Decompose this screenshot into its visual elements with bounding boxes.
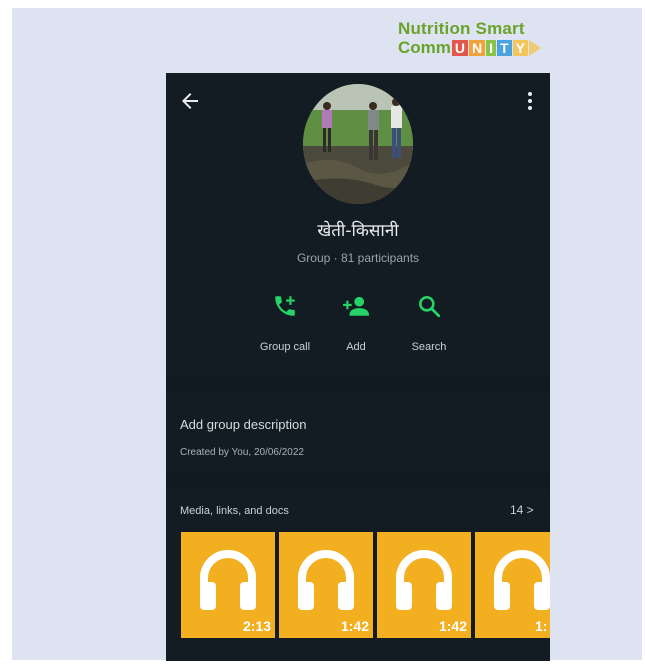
group-call-label: Group call	[259, 341, 311, 353]
logo-letter-n: N	[469, 39, 486, 56]
back-button[interactable]	[178, 89, 202, 113]
media-links-docs-header: Media, links, and docs	[180, 505, 289, 517]
add-participant-button[interactable]: Add	[321, 293, 391, 353]
nutrition-smart-community-logo: Nutrition Smart Comm U N I T Y	[398, 20, 541, 56]
media-duration: 1:42	[340, 618, 369, 634]
headphones-icon	[396, 550, 452, 610]
add-label: Add	[346, 341, 366, 353]
group-avatar[interactable]	[303, 84, 413, 204]
media-tile[interactable]: 2:13	[181, 532, 275, 638]
search-label: Search	[411, 341, 447, 353]
group-photo-farmers	[303, 84, 413, 204]
logo-letter-y: Y	[512, 39, 528, 56]
more-vertical-icon	[528, 92, 532, 110]
more-options-button[interactable]	[518, 89, 542, 113]
group-participants: Group · 81 participants	[296, 251, 420, 265]
phone-add-icon	[275, 296, 295, 316]
logo-comm: Comm	[398, 38, 451, 57]
headphones-icon	[494, 550, 550, 610]
media-duration: 1:42	[438, 618, 467, 634]
created-by-text: Created by You, 20/06/2022	[180, 447, 304, 458]
media-section: Media, links, and docs 14 > 2:13 1:42 1:…	[166, 489, 550, 661]
search-button[interactable]: Search	[394, 293, 464, 353]
logo-arrow-icon	[528, 39, 541, 56]
logo-letter-i: I	[486, 39, 497, 56]
media-duration: 2:13	[242, 618, 271, 634]
logo-letter-t: T	[497, 39, 512, 56]
logo-letter-u: U	[451, 39, 469, 56]
media-tile[interactable]: 1:42	[279, 532, 373, 638]
arrow-left-icon	[182, 93, 198, 109]
logo-line-1: Nutrition Smart	[398, 19, 525, 38]
group-name: खेती-किसानी	[317, 221, 399, 241]
person-add-icon	[343, 296, 369, 316]
search-icon	[419, 296, 441, 318]
phone-screen: खेती-किसानी Group · 81 participants Grou…	[166, 73, 550, 661]
logo-line-2: Comm U N I T Y	[398, 39, 541, 56]
media-tile[interactable]: 1:	[475, 532, 550, 638]
group-info-header: खेती-किसानी Group · 81 participants Grou…	[166, 73, 550, 377]
group-description-section: Add group description Created by You, 20…	[166, 391, 550, 473]
media-duration: 1:	[535, 618, 548, 634]
media-count-link[interactable]: 14 >	[510, 503, 534, 517]
media-tile[interactable]: 1:42	[377, 532, 471, 638]
headphones-icon	[200, 550, 256, 610]
add-group-description[interactable]: Add group description	[180, 417, 306, 432]
group-call-button[interactable]: Group call	[250, 293, 320, 353]
headphones-icon	[298, 550, 354, 610]
